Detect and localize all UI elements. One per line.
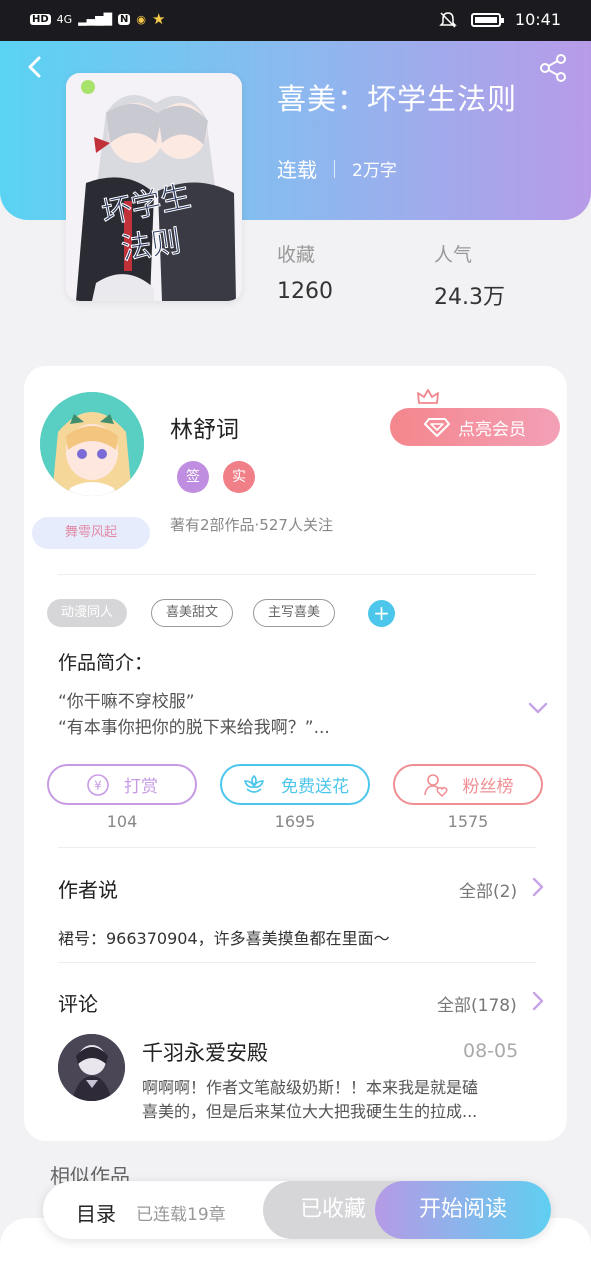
commenter-avatar[interactable] [58,1034,125,1101]
star-icon: ★ [152,10,166,28]
author-avatar[interactable] [40,392,144,496]
stat-label: 人气 [434,244,473,266]
fan-ranking-button[interactable]: 粉丝榜 [393,764,543,805]
vip-button[interactable]: 点亮会员 [390,408,560,446]
comments-all-link[interactable]: 全部(178) [437,991,517,1016]
svg-text:¥: ¥ [94,778,102,792]
toc-button[interactable]: 目录 [76,1198,116,1227]
stat-value: 24.3万 [434,285,505,310]
back-button[interactable] [18,50,52,84]
divider [58,962,536,963]
share-icon [540,54,566,82]
popularity-stat: 人气 24.3万 [434,240,505,311]
mute-bell-icon [439,11,457,28]
fan-ranking-label: 粉丝榜 [462,777,514,797]
genre-tag[interactable]: 喜美甜文 [151,599,234,627]
genre-tag[interactable]: 主写喜美 [253,599,336,627]
hd-indicator: HD [30,13,51,25]
chevron-right-icon[interactable] [531,990,545,1012]
divider [58,847,536,848]
author-name[interactable]: 林舒词 [170,410,239,444]
share-button[interactable] [537,52,569,84]
intro-line: “有本事你把你的脱下来给我啊？”... [58,718,330,738]
word-count: 2万字 [352,161,397,181]
comment-text-line: 喜美的，但是后来某位大大把我硬生生的拉成... [142,1102,478,1121]
signal-icon: ▂▄▆█ [78,12,113,26]
bottom-action-bar: 目录 已连载19章 已收藏 开始阅读 [43,1181,551,1239]
crown-icon [417,389,439,404]
network-indicator: 4G [56,12,73,26]
chapter-progress: 已连载19章 [136,1205,226,1225]
avatar-frame-badge: 舞雩风起 [32,517,150,549]
genre-tag[interactable]: 动漫同人 [47,599,128,627]
commenter-avatar-image [58,1034,125,1101]
book-meta: 连载 2万字 [277,154,397,183]
status-icons-right: 10:41 [439,10,561,29]
author-note-text: 裙号：966370904，许多喜美摸鱼都在里面～ [58,929,390,948]
meta-divider [334,159,335,178]
tip-button[interactable]: ¥ 打赏 [47,764,197,805]
location-icon: ◉ [136,12,147,26]
vip-button-label: 点亮会员 [458,419,526,440]
status-icons-left: HD 4G ▂▄▆█ N ◉ ★ [30,10,165,28]
author-notes-all-link[interactable]: 全部(2) [459,877,517,902]
intro-title: 作品简介： [58,652,154,674]
tip-label: 打赏 [124,777,158,797]
stat-label: 收藏 [277,244,316,266]
add-tag-button[interactable]: + [368,600,395,627]
favorites-stat: 收藏 1260 [277,240,333,304]
chevron-right-icon[interactable] [531,876,545,898]
send-flower-label: 免费送花 [281,777,349,797]
comments-title: 评论 [58,992,98,1016]
flower-icon [243,774,265,793]
start-reading-button[interactable]: 开始阅读 [375,1181,551,1239]
intro-line: “你干嘛不穿校服” [58,692,195,712]
clock-time: 10:41 [514,10,561,29]
diamond-icon [424,418,450,437]
book-title: 喜美：坏学生法则 [277,82,518,116]
comment-date: 08-05 [463,1040,519,1062]
comment-text-line: 啊啊啊！作者文笔敲级奶斯！！本来我是就是磕 [142,1078,479,1097]
flower-count: 1695 [274,812,316,831]
nfc-icon: N [118,13,131,25]
send-flower-button[interactable]: 免费送花 [220,764,370,805]
expand-chevron-icon[interactable] [527,700,549,716]
author-avatar-image [40,392,144,496]
signed-badge: 签 [177,461,209,493]
chevron-left-icon [28,56,41,78]
author-notes-title: 作者说 [58,878,118,902]
divider [58,574,536,575]
fan-count: 1575 [447,812,489,831]
cover-illustration: 坏学生 法则 [66,73,242,301]
stat-value: 1260 [277,279,333,304]
verified-badge: 实 [223,461,255,493]
yen-coin-icon: ¥ [87,773,109,796]
battery-icon [470,12,504,27]
tip-count: 104 [106,812,138,831]
status-bar: HD 4G ▂▄▆█ N ◉ ★ 10:41 [0,0,591,41]
comment-username[interactable]: 千羽永爱安殿 [142,1037,268,1067]
author-info: 著有2部作品·527人关注 [170,516,333,534]
serial-status: 连载 [277,158,317,182]
fan-heart-icon [423,773,448,797]
book-cover-image[interactable]: 坏学生 法则 [66,73,242,301]
